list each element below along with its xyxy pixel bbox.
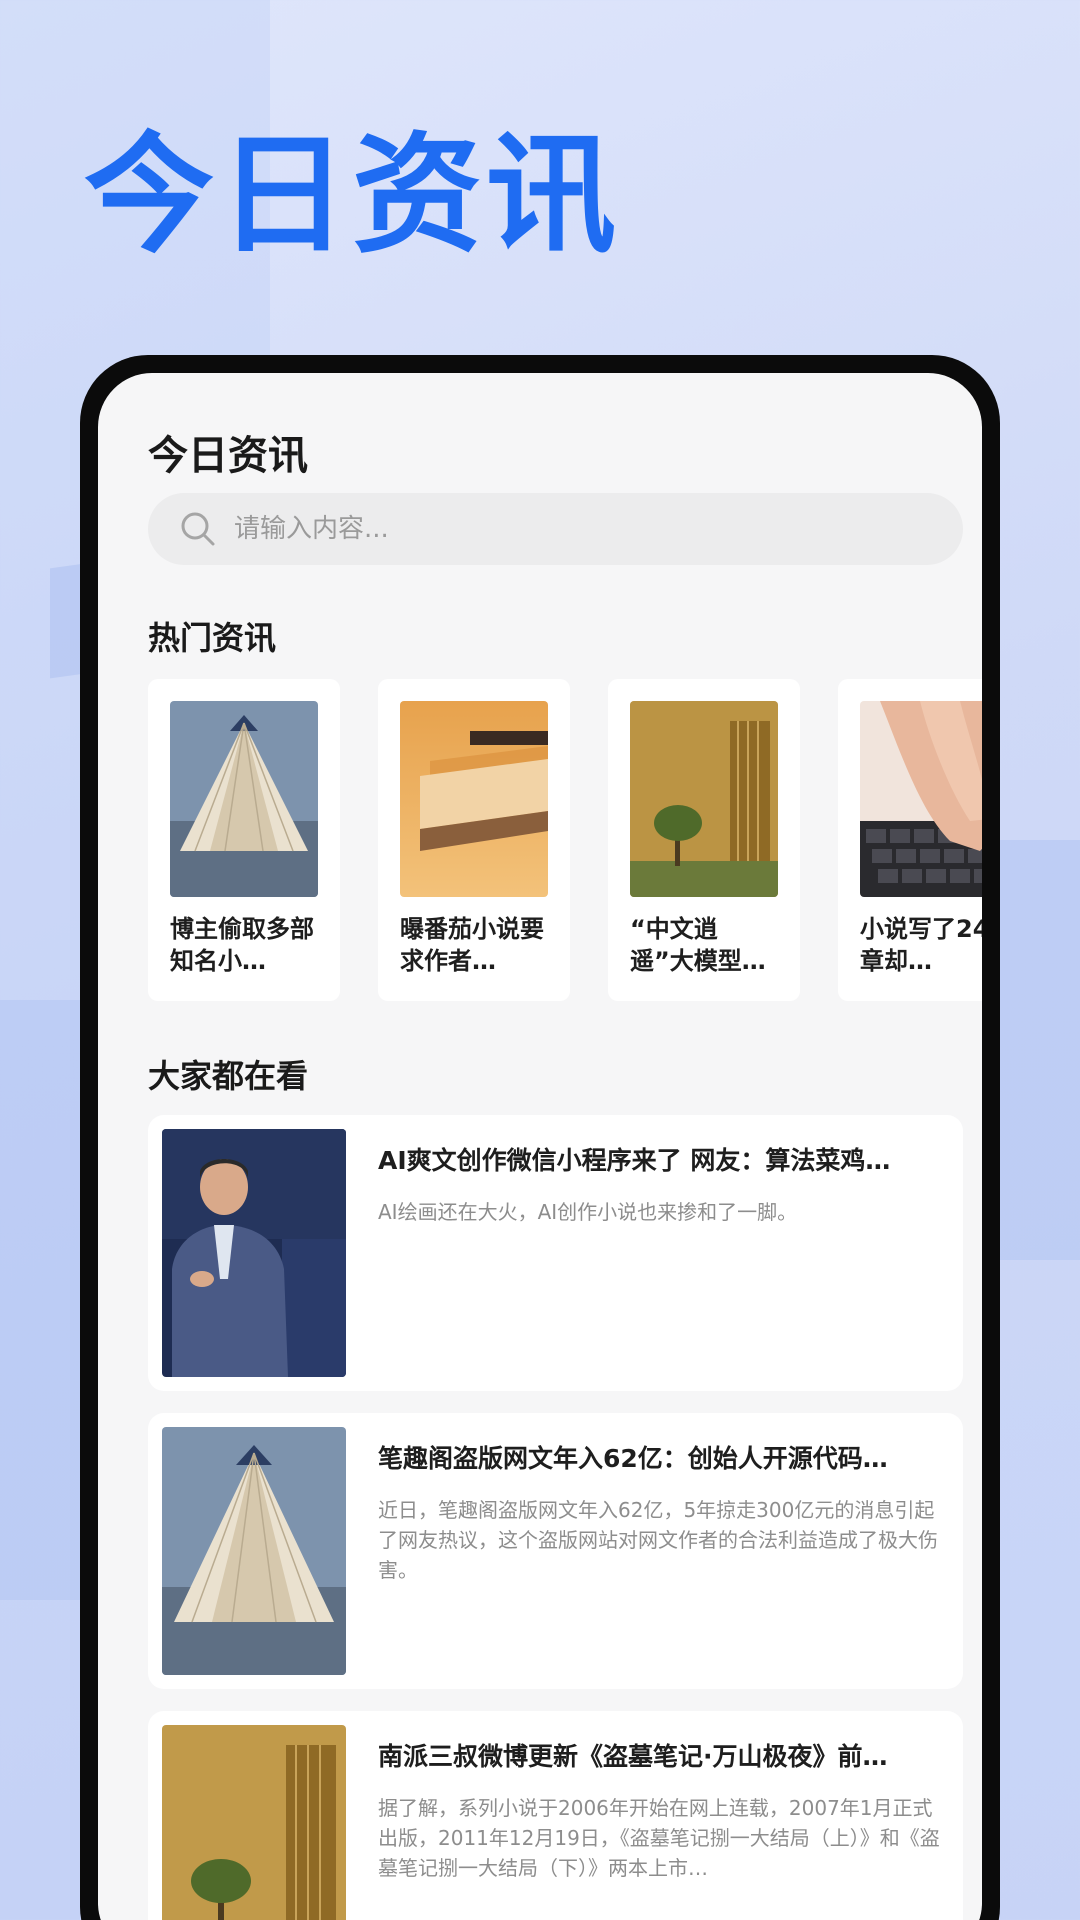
list-item-title: AI爽文创作微信小程序来了 网友：算法菜鸡… [378,1146,891,1175]
hot-news-row: 博主偷取多部知名小… 曝番茄小说要求作者… “中文逍遥”大模型 小说写了2 章却… [148,679,982,1001]
list-item[interactable]: 笔趣阁盗版网文年入62亿：创始人开源代码… 近日，笔趣阁盗版网文年入62亿，5年… [148,1413,963,1689]
list-item-body: AI爽文创作微信小程序来了 网友：算法菜鸡… AI绘画还在大火，AI创作小说也来… [378,1129,948,1377]
list-item-desc: 近日，笔趣阁盗版网文年入62亿，5年掠走300亿元的消息引起了网友热议，这个盗版… [378,1498,938,1582]
list-item-desc: AI绘画还在大火，AI创作小说也来掺和了一脚。 [378,1200,798,1224]
phone-frame: 今日资讯 热门资讯 [80,355,1000,1920]
hot-news-title: “中文逍遥”大模型问… [630,915,742,975]
phone-screen: 今日资讯 热门资讯 [98,373,982,1920]
search-input[interactable] [234,514,834,544]
feed-list: AI爽文创作微信小程序来了 网友：算法菜鸡… AI绘画还在大火，AI创作小说也来… [148,1115,963,1920]
search-icon [178,509,218,549]
hot-news-card[interactable]: 小说写了245章却… [838,679,982,1001]
gold-book-tree-image [630,701,778,897]
list-item[interactable]: AI爽文创作微信小程序来了 网友：算法菜鸡… AI绘画还在大火，AI创作小说也来… [148,1115,963,1391]
list-item-title: 南派三叔微博更新《盗墓笔记·万山极夜》前… [378,1742,888,1771]
page-title: 今日资讯 [148,433,308,479]
list-item-body: 笔趣阁盗版网文年入62亿：创始人开源代码… 近日，笔趣阁盗版网文年入62亿，5年… [378,1427,948,1675]
hot-news-title: 小说写了245章却… [860,915,982,975]
closed-book-image [400,701,548,897]
open-book-image [170,701,318,897]
open-book-image [162,1427,346,1675]
feed-section-title: 大家都在看 [148,1057,309,1095]
gold-book-tree-image [162,1725,346,1920]
hot-news-title: 博主偷取多部知名小… [170,915,314,975]
list-item-title: 笔趣阁盗版网文年入62亿：创始人开源代码… [378,1444,888,1473]
hot-news-card[interactable]: 博主偷取多部知名小… [148,679,340,1001]
list-item-body: 南派三叔微博更新《盗墓笔记·万山极夜》前… 据了解，系列小说于2006年开始在网… [378,1725,948,1920]
typing-hand-image [860,701,982,897]
search-bar[interactable] [148,493,963,565]
hot-news-card[interactable]: “中文逍遥”大模型问… [608,679,800,1001]
hot-section-title: 热门资讯 [148,619,277,657]
speaker-photo [162,1129,346,1377]
hot-news-title: 曝番茄小说要求作者… [400,915,544,975]
list-item[interactable]: 南派三叔微博更新《盗墓笔记·万山极夜》前… 据了解，系列小说于2006年开始在网… [148,1711,963,1920]
hot-news-card[interactable]: 曝番茄小说要求作者… [378,679,570,1001]
list-item-desc: 据了解，系列小说于2006年开始在网上连载，2007年1月正式出版，2011年1… [378,1796,940,1880]
hero-title: 今日资讯 [84,119,621,271]
